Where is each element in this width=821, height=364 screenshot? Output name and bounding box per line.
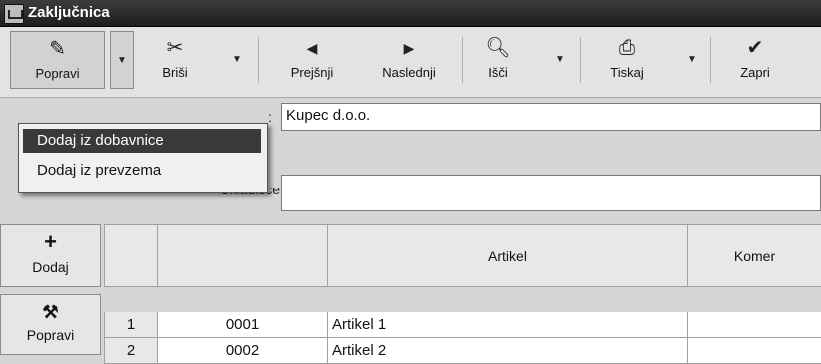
- hammer-icon: ⚒: [42, 302, 59, 322]
- edit-dropdown-menu: Dodaj iz dobavnice Dodaj iz prevzema: [18, 123, 268, 193]
- previous-button[interactable]: ◀ Prejšnji: [268, 31, 356, 89]
- delete-button-label: Briši: [162, 65, 188, 80]
- add-row-button-label: Dodaj: [32, 259, 69, 275]
- window-title: Zaključnica: [28, 4, 110, 21]
- toolbar-separator: [710, 37, 711, 83]
- previous-button-label: Prejšnji: [290, 65, 334, 80]
- customer-field[interactable]: Kupec d.o.o.: [281, 103, 821, 131]
- edit-button-label: Popravi: [35, 66, 80, 81]
- edit-row-button-label: Popravi: [26, 327, 75, 343]
- column-header-comment[interactable]: Komer: [688, 224, 821, 287]
- app-icon: [4, 4, 24, 24]
- toolbar-separator: [580, 37, 581, 83]
- search-button[interactable]: 🔍︎ Išči: [468, 31, 528, 89]
- toolbar: ✎ Popravi ▼ ✂ Briši ▼ ◀ Prejšnji ▶ Nasle…: [0, 27, 821, 98]
- title-bar: Zaključnica: [0, 0, 821, 27]
- column-header-code[interactable]: [158, 224, 328, 287]
- toolbar-separator: [258, 37, 259, 83]
- items-grid: + Dodaj ⚒ Popravi Artikel Komer 1 0001 A…: [0, 224, 821, 364]
- row-number[interactable]: 1: [104, 312, 158, 338]
- comment-cell[interactable]: [688, 338, 821, 364]
- printer-icon: ⎙: [619, 37, 635, 59]
- next-button-label: Naslednji: [382, 65, 436, 80]
- close-button[interactable]: ✔ Zapri: [720, 31, 790, 89]
- plus-icon: +: [44, 229, 57, 254]
- column-header-article[interactable]: Artikel: [328, 224, 688, 287]
- scissors-icon: ✂: [166, 37, 184, 59]
- customer-label-colon: :: [268, 109, 272, 125]
- delete-button[interactable]: ✂ Briši: [140, 31, 210, 89]
- search-button-label: Išči: [488, 65, 508, 80]
- article-cell[interactable]: Artikel 2: [328, 338, 688, 364]
- print-button-label: Tiskaj: [610, 65, 644, 80]
- edit-button[interactable]: ✎ Popravi: [10, 31, 105, 89]
- menu-item-add-from-receipt[interactable]: Dodaj iz prevzema: [23, 159, 261, 183]
- article-cell[interactable]: Artikel 1: [328, 312, 688, 338]
- arrow-left-icon: ◀: [306, 40, 318, 56]
- column-header-rownum[interactable]: [104, 224, 158, 287]
- next-button[interactable]: ▶ Naslednji: [362, 31, 456, 89]
- print-dropdown-arrow[interactable]: ▼: [680, 31, 704, 89]
- close-button-label: Zapri: [740, 65, 770, 80]
- menu-item-add-from-delivery-note[interactable]: Dodaj iz dobavnice: [23, 129, 261, 153]
- search-dropdown-arrow[interactable]: ▼: [548, 31, 572, 89]
- comment-cell[interactable]: [688, 312, 821, 338]
- edit-dropdown-arrow[interactable]: ▼: [110, 31, 134, 89]
- item-code-cell[interactable]: 0001: [158, 312, 328, 338]
- checkmark-icon: ✔: [746, 37, 764, 59]
- warehouse-field[interactable]: [281, 175, 821, 211]
- arrow-right-icon: ▶: [403, 40, 415, 56]
- search-icon: 🔍︎: [485, 37, 511, 59]
- edit-icon: ✎: [49, 38, 66, 60]
- print-button[interactable]: ⎙ Tiskaj: [588, 31, 666, 89]
- toolbar-separator: [462, 37, 463, 83]
- delete-dropdown-arrow[interactable]: ▼: [225, 31, 249, 89]
- edit-row-button[interactable]: ⚒ Popravi: [0, 294, 101, 355]
- add-row-button[interactable]: + Dodaj: [0, 224, 101, 287]
- item-code-cell[interactable]: 0002: [158, 338, 328, 364]
- row-number[interactable]: 2: [104, 338, 158, 364]
